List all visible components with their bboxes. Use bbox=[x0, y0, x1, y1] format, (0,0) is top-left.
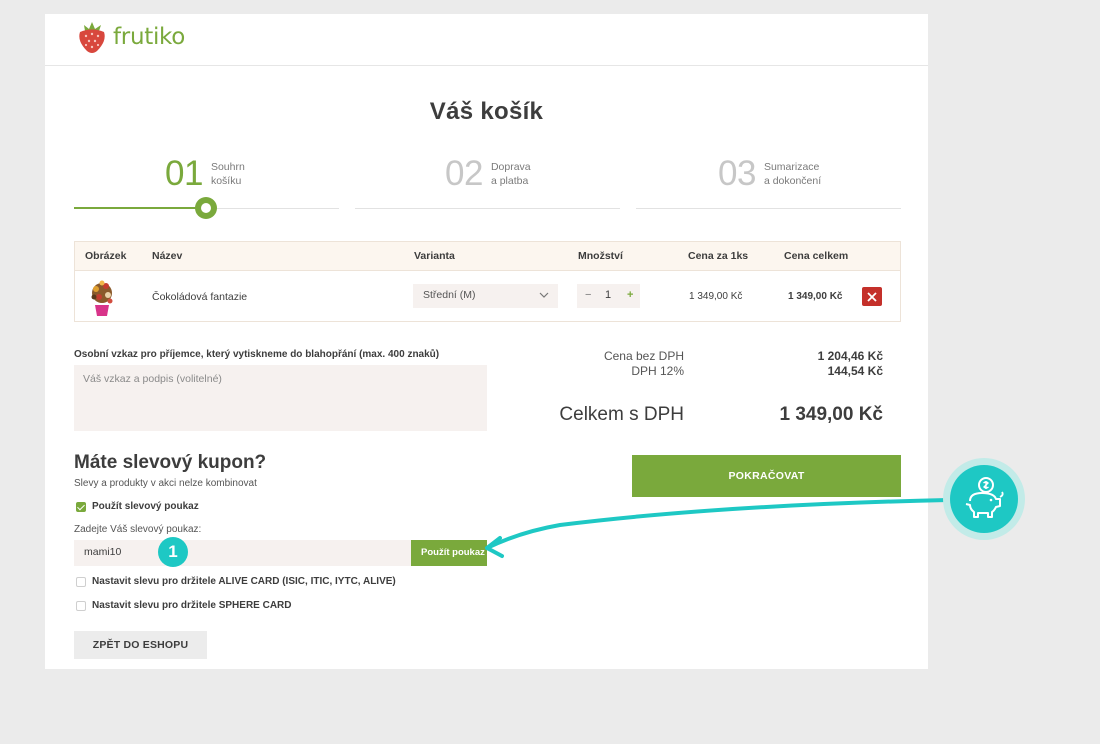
piggy-bank-icon bbox=[965, 477, 1004, 518]
step-badge: 1 bbox=[158, 537, 188, 567]
annotation-arrow bbox=[485, 498, 950, 558]
piggy-badge bbox=[950, 465, 1018, 533]
